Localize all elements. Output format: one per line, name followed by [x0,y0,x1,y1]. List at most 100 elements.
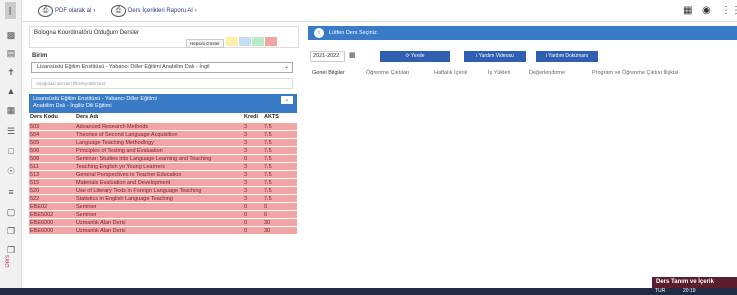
tab-program-iliskisi[interactable]: Program ve Öğrenme Çıktısı İlişkisi [592,70,678,76]
column-header: Ders Adı [75,113,243,122]
tab-haftalik-icerik[interactable]: Haftalık İçerik [434,70,467,76]
table-row[interactable]: 505 Language Teaching Methodlogy 3 7.5 [29,137,297,146]
course-ects: 30 [263,217,297,226]
table-row[interactable]: EBE6000 Uzmanlık Alan Dersi 0 30 [29,217,297,226]
course-ects: 7.5 [263,169,297,178]
table-row[interactable]: EBE02 Seminer 0 0 [29,201,297,210]
square-icon[interactable]: ▢ [6,207,16,217]
tab-ogrenme-ciktilari[interactable]: Öğrenme Çıktıları [366,70,409,76]
course-code: EBE6000 [29,217,75,226]
yellow-filter-swatch[interactable] [226,37,238,46]
report-button[interactable]: ⎙ Ders İçerikleri Raporu Al › [111,5,197,17]
program-dropdown[interactable]: ⌄ [281,96,293,104]
notification-banner[interactable]: Ders Tanım ve İçerik [652,277,737,288]
course-credit: 3 [243,193,263,202]
green-filter-swatch[interactable] [252,37,264,46]
course-code: 511 [29,161,75,170]
chevron-down-icon: ⌄ [283,64,289,70]
table-row[interactable]: 503 Advanced Research Methods 3 7.5 [29,121,297,130]
course-name: Advanced Research Methods [75,121,243,130]
detail-tabs: Genel Bilgiler Öğrenme Çıktıları Haftalı… [312,70,732,81]
table-row[interactable]: 504 Theories of Second Language Acquisiti… [29,129,297,138]
table-row[interactable]: 515 Materials Evaluation and Development 3… [29,177,297,186]
course-name: Use of Literary Texts in Foreign Languag… [75,185,243,194]
help-icon[interactable]: ☉ [6,166,16,176]
calendar-icon[interactable]: ▦ [349,51,356,59]
course-credit: 3 [243,161,263,170]
course-name: Uzmanlık Alan Dersi [75,225,243,234]
course-name: Principles of Testing and Evaluation [75,145,243,154]
calendar-icon[interactable]: ▦ [6,105,16,115]
refresh-button[interactable]: ⟳ Yenile [380,51,450,62]
app-window: metr ▩ ▤ ✝ ▲ ▦ ☰ □ ☉ ≡ ▢ ❐ ❐ Ders ⎙ PDF … [0,0,737,295]
year-select[interactable]: 2021-2022 [310,51,345,62]
file-icon[interactable]: ▤ [6,48,16,58]
graduation-icon[interactable]: ✝ [6,67,16,77]
pdf-button[interactable]: ⎙ PDF olarak al › [38,5,95,17]
course-detail-panel: ‹ Lütfen Ders Seçiniz. 2021-2022 ▦ ⟳ Yen… [308,26,737,288]
copy-icon[interactable]: ❐ [6,226,16,236]
table-row[interactable]: EBE5002 Seminer 0 6 [29,209,297,218]
course-name: Statistics in English Language Teaching [75,193,243,202]
course-credit: 3 [243,169,263,178]
course-ects: 7.5 [263,121,297,130]
chevron-down-icon: ⌄ [284,97,290,103]
course-ects: 6 [263,209,297,218]
table-row[interactable]: 511 Teaching English yo Young Learners 3 7.… [29,161,297,170]
course-name: Seminer [75,201,243,210]
panel-title: Bologna Koordinatörü Olduğum Dersler [34,30,140,36]
red-filter-swatch[interactable] [265,37,277,46]
info-icon: i [545,53,547,59]
table-row[interactable]: 522 Statistics in English Language Teachi… [29,193,297,202]
calendar-icon[interactable]: ▦ [683,5,692,16]
show-all-button[interactable]: Hepsini Göster [186,39,224,48]
list-icon[interactable]: ☰ [6,126,16,136]
hat-icon[interactable]: ▲ [6,86,16,96]
location-icon[interactable]: ◉ [702,5,711,16]
taskbar: TUR 20:19 [0,288,737,295]
course-name: General Perspectives in Teacher Educatio… [75,169,243,178]
course-ects: 7.5 [263,129,297,138]
table-row[interactable]: 520 Use of Literary Texts in Foreign Lang… [29,185,297,194]
course-filter-input[interactable]: Aşağıdaki dersleri filtreleyebilirsiniz [31,78,293,89]
blue-filter-swatch[interactable] [239,37,251,46]
course-name: Theories of Second Language Acquisition [75,129,243,138]
select-course-prompt: Lütfen Ders Seçiniz. [329,30,379,36]
clock[interactable]: 20:19 [683,288,696,295]
course-credit: 3 [243,129,263,138]
course-panel: Bologna Koordinatörü Olduğum Dersler Hep… [29,26,299,288]
document-icon[interactable]: ▩ [6,30,16,40]
table-row[interactable]: 508 Seminar: Studies into Language Learni… [29,153,297,162]
course-ects: 7.5 [263,145,297,154]
table-row[interactable]: 506 Principles of Testing and Evaluation 3… [29,145,297,154]
course-ects: 7.5 [263,185,297,194]
icon-sidebar: metr ▩ ▤ ✝ ▲ ▦ ☰ □ ☉ ≡ ▢ ❐ ❐ Ders [0,0,22,288]
table-row[interactable]: 513 General Perspectives in Teacher Educa… [29,169,297,178]
birim-select[interactable]: Lisansüstü Eğitim Enstitüsü - Yabancı Di… [31,62,293,73]
table-row[interactable]: EBE6000 Uzmanlık Alan Dersi 0 30 [29,225,297,234]
tab-is-yukleri[interactable]: İş Yükleri [488,70,511,76]
back-arrow-icon[interactable]: ‹ [314,28,324,38]
course-credit: 0 [243,225,263,234]
menu-icon[interactable]: ≡ [6,187,16,197]
calendar-outline-icon[interactable]: □ [6,146,16,156]
arrow-icon: › [194,8,197,14]
tab-degerlendirme[interactable]: Değerlendirme [529,70,565,76]
copy-outline-icon[interactable]: ❐ [6,245,16,255]
print-icon: ⎙ [38,5,53,17]
help-video-button[interactable]: i Yardım Videosu [464,51,526,62]
course-code: 513 [29,169,75,178]
course-code: EBE02 [29,201,75,210]
info-icon: i [476,53,478,59]
sidebar-vertical-label: Ders [5,255,11,268]
course-code: 515 [29,177,75,186]
tab-genel-bilgiler[interactable]: Genel Bilgiler [312,70,345,76]
help-document-button[interactable]: i Yardım Dokümanı [536,51,598,62]
course-credit: 3 [243,121,263,130]
course-name: Language Teaching Methodlogy [75,137,243,146]
course-code: EBE6000 [29,225,75,234]
course-name: Materials Evaluation and Development [75,177,243,186]
language-indicator[interactable]: TUR [655,288,665,295]
course-ects: 7.5 [263,137,297,146]
grid-icon[interactable]: ⋮⋮ [721,5,737,16]
